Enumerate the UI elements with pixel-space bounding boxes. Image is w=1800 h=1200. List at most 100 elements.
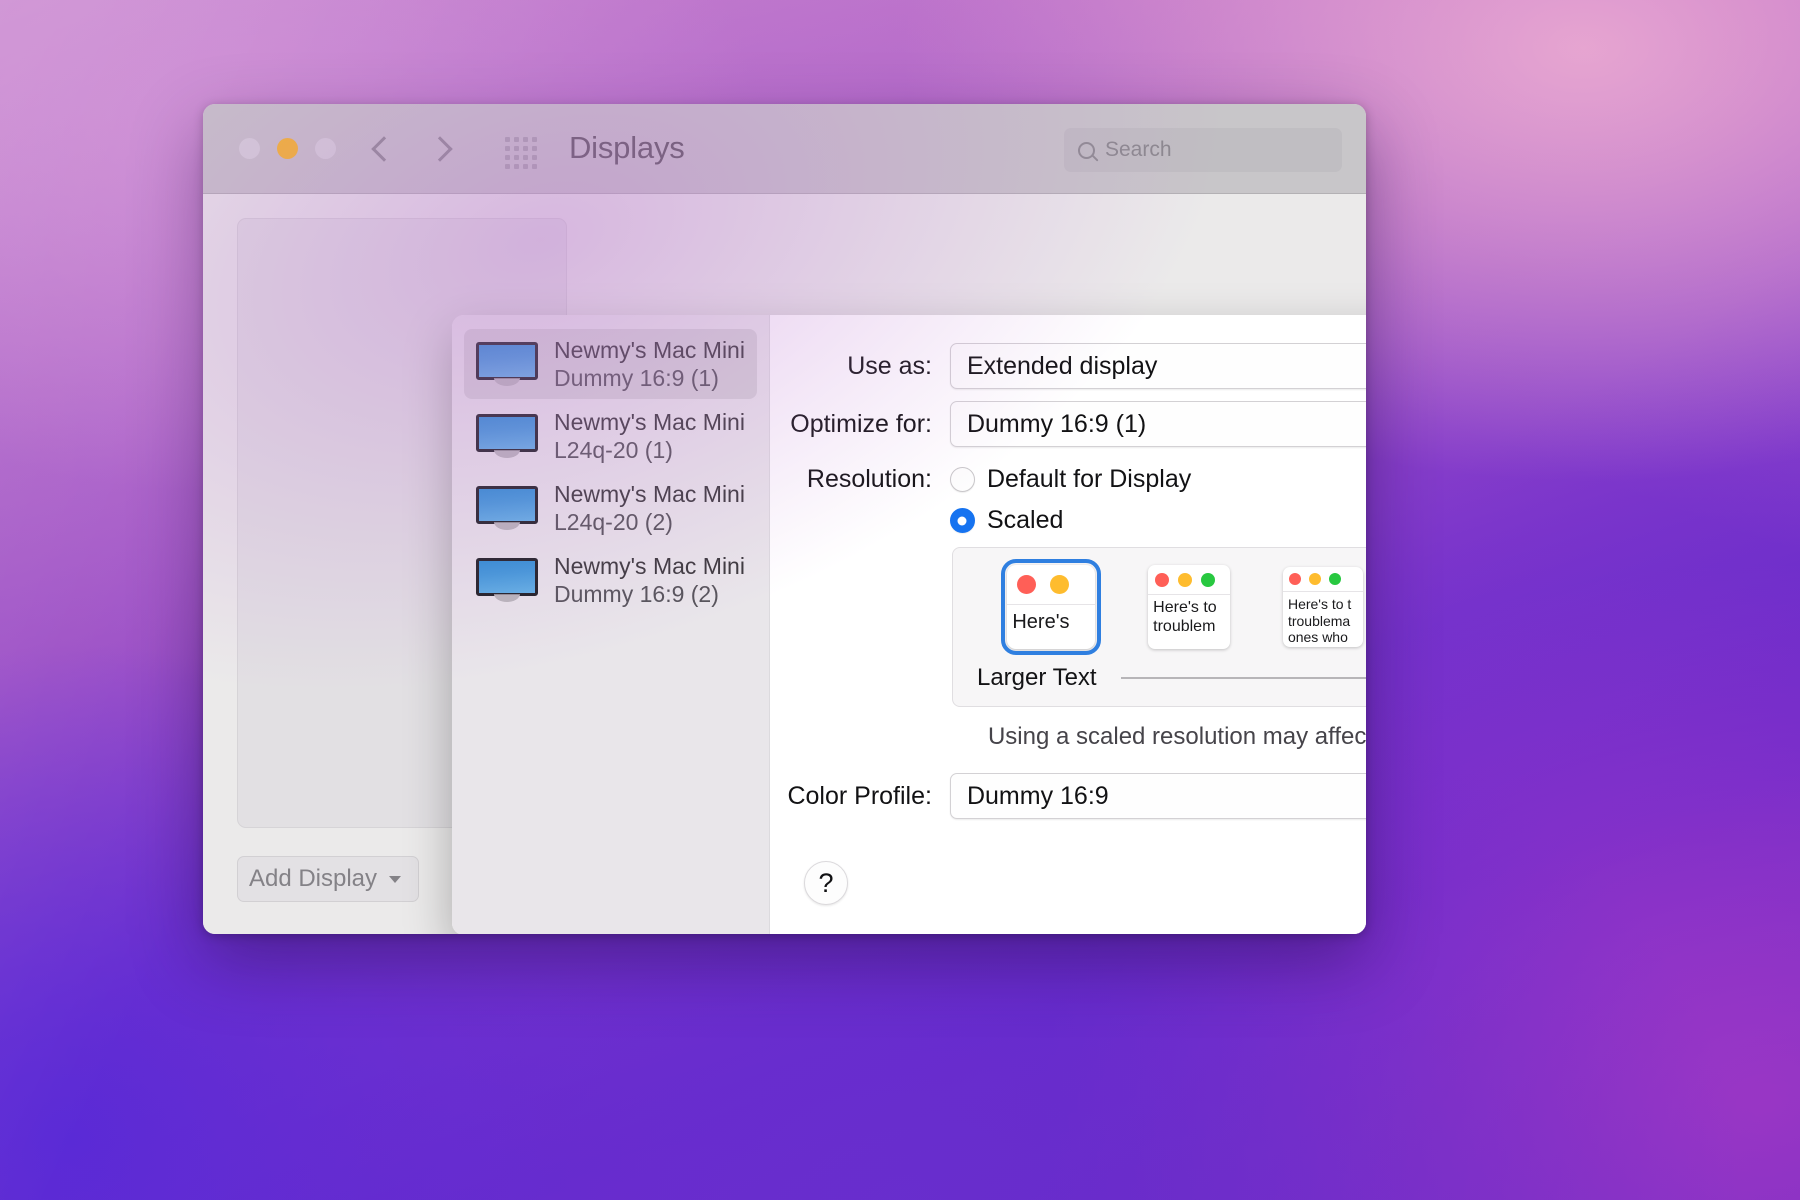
display-list-item-1[interactable]: Newmy's Mac Mini L24q-20 (1) (464, 401, 757, 471)
display-list-item-text: Newmy's Mac Mini L24q-20 (2) (554, 480, 745, 536)
resolution-option-2[interactable]: Here's to t troublema ones who (1282, 567, 1363, 647)
thumb-dot-yellow (1308, 573, 1321, 585)
window-titlebar: Displays Search (203, 104, 1366, 194)
grid-dot (505, 155, 510, 160)
grid-dot (532, 164, 537, 169)
thumb-dot-red (1155, 572, 1170, 587)
chevron-down-icon (389, 875, 402, 883)
thumb-titlebar (1007, 565, 1096, 605)
radio-scaled-label: Scaled (986, 506, 1064, 534)
display-name: Newmy's Mac Mini (554, 408, 745, 435)
monitor-screen (476, 558, 538, 596)
thumb-dot-yellow (1050, 575, 1070, 594)
thumb-dot-green (1201, 572, 1216, 587)
grid-dot (514, 155, 519, 160)
grid-dot (514, 137, 519, 142)
search-placeholder: Search (1105, 138, 1172, 161)
monitor-stand (494, 378, 520, 386)
display-model: Dummy 16:9 (1) (554, 365, 719, 391)
optimize-for-row: Optimize for: Dummy 16:9 (1) (770, 401, 1366, 447)
optimize-for-dropdown[interactable]: Dummy 16:9 (1) (949, 401, 1366, 447)
thumb-dot-red (1017, 575, 1037, 594)
display-model: L24q-20 (1) (554, 437, 673, 463)
grid-dot (514, 164, 519, 169)
minimize-button[interactable] (277, 138, 298, 159)
color-profile-row: Color Profile: Dummy 16:9 (770, 773, 1366, 819)
grid-dot (514, 146, 519, 151)
thumb-titlebar (1148, 565, 1231, 595)
monitor-stand (494, 450, 520, 458)
radio-button-off (949, 467, 975, 492)
display-model: L24q-20 (2) (554, 509, 673, 535)
grid-dot (532, 146, 537, 151)
thumb-dot-red (1288, 573, 1301, 585)
use-as-value: Extended display (966, 351, 1158, 380)
scale-slider-track[interactable] (1120, 677, 1366, 679)
zoom-button[interactable] (315, 138, 336, 159)
system-preferences-window: Displays Search Add Display Display Sett… (203, 104, 1366, 934)
search-field[interactable]: Search (1064, 128, 1342, 172)
display-list-item-2[interactable]: Newmy's Mac Mini L24q-20 (2) (464, 473, 757, 543)
monitor-screen (476, 342, 538, 380)
show-all-grid-icon[interactable] (505, 137, 537, 169)
scale-slider-footer: Larger Text More Space (953, 664, 1366, 692)
thumb-text: Here's (1012, 611, 1070, 633)
grid-dot (532, 137, 537, 142)
add-display-button[interactable]: Add Display (237, 856, 419, 902)
radio-default-for-display[interactable]: Default for Display (949, 465, 1366, 494)
display-list-item-0[interactable]: Newmy's Mac Mini Dummy 16:9 (1) (464, 329, 757, 399)
resolution-option-1[interactable]: Here's to troublem (1148, 565, 1231, 649)
forward-arrow-icon[interactable] (431, 132, 453, 164)
resolution-option-0[interactable]: Here's (1001, 559, 1102, 655)
resolution-options: Default for Display Scaled Here's Here's… (949, 465, 1366, 751)
performance-note: Using a scaled resolution may affect per… (987, 723, 1366, 750)
optimize-for-label: Optimize for: (790, 409, 932, 438)
monitor-icon (476, 558, 538, 602)
grid-dot (532, 155, 537, 160)
back-arrow-icon[interactable] (371, 132, 393, 164)
grid-dot (505, 137, 510, 142)
thumb-dot-yellow (1178, 572, 1193, 587)
display-settings-pane: Use as: Extended display Optimize for: D… (770, 315, 1366, 934)
radio-scaled[interactable]: Scaled (949, 506, 1366, 535)
help-button[interactable]: ? (803, 861, 848, 905)
display-list-item-text: Newmy's Mac Mini L24q-20 (1) (554, 408, 745, 464)
traffic-lights (239, 138, 336, 159)
optimize-for-value: Dummy 16:9 (1) (966, 409, 1147, 438)
radio-default-label: Default for Display (986, 465, 1192, 493)
resolution-thumbnail-row: Here's Here's to troublem Here's to t tr… (953, 558, 1366, 656)
use-as-label: Use as: (847, 351, 932, 380)
monitor-stand (494, 522, 520, 530)
resolution-row: Resolution: Default for Display Scaled H… (770, 465, 1366, 751)
thumb-text: Here's to troublem (1153, 599, 1217, 635)
desktop-wallpaper: Displays Search Add Display Display Sett… (0, 0, 1800, 1200)
grid-dot (523, 137, 528, 142)
resolution-label: Resolution: (806, 465, 932, 493)
grid-dot (523, 164, 528, 169)
color-profile-label: Color Profile: (787, 781, 932, 810)
use-as-dropdown[interactable]: Extended display (949, 343, 1366, 389)
thumb-dot-green (1328, 573, 1341, 585)
resolution-scale-picker: Here's Here's to troublem Here's to t tr… (951, 547, 1366, 707)
monitor-screen (476, 486, 538, 524)
display-list-sidebar: Newmy's Mac Mini Dummy 16:9 (1) Newmy's … (452, 315, 770, 934)
color-profile-dropdown[interactable]: Dummy 16:9 (949, 773, 1366, 819)
display-name: Newmy's Mac Mini (554, 552, 745, 579)
display-model: Dummy 16:9 (2) (554, 581, 719, 607)
search-icon (1078, 141, 1095, 159)
close-button[interactable] (239, 138, 260, 159)
grid-dot (505, 164, 510, 169)
monitor-screen (476, 414, 538, 452)
grid-dot (523, 146, 528, 151)
monitor-icon (476, 342, 538, 386)
display-list-item-text: Newmy's Mac Mini Dummy 16:9 (2) (554, 552, 745, 608)
thumb-text: Here's to t troublema ones who (1287, 596, 1352, 646)
display-list-item-text: Newmy's Mac Mini Dummy 16:9 (1) (554, 336, 745, 392)
use-as-row: Use as: Extended display (770, 343, 1366, 389)
display-settings-sheet: Newmy's Mac Mini Dummy 16:9 (1) Newmy's … (452, 315, 1366, 934)
grid-dot (523, 155, 528, 160)
thumb-titlebar (1282, 567, 1363, 592)
display-list-item-3[interactable]: Newmy's Mac Mini Dummy 16:9 (2) (464, 545, 757, 615)
monitor-stand (494, 594, 520, 602)
navigation-arrows (371, 132, 453, 164)
